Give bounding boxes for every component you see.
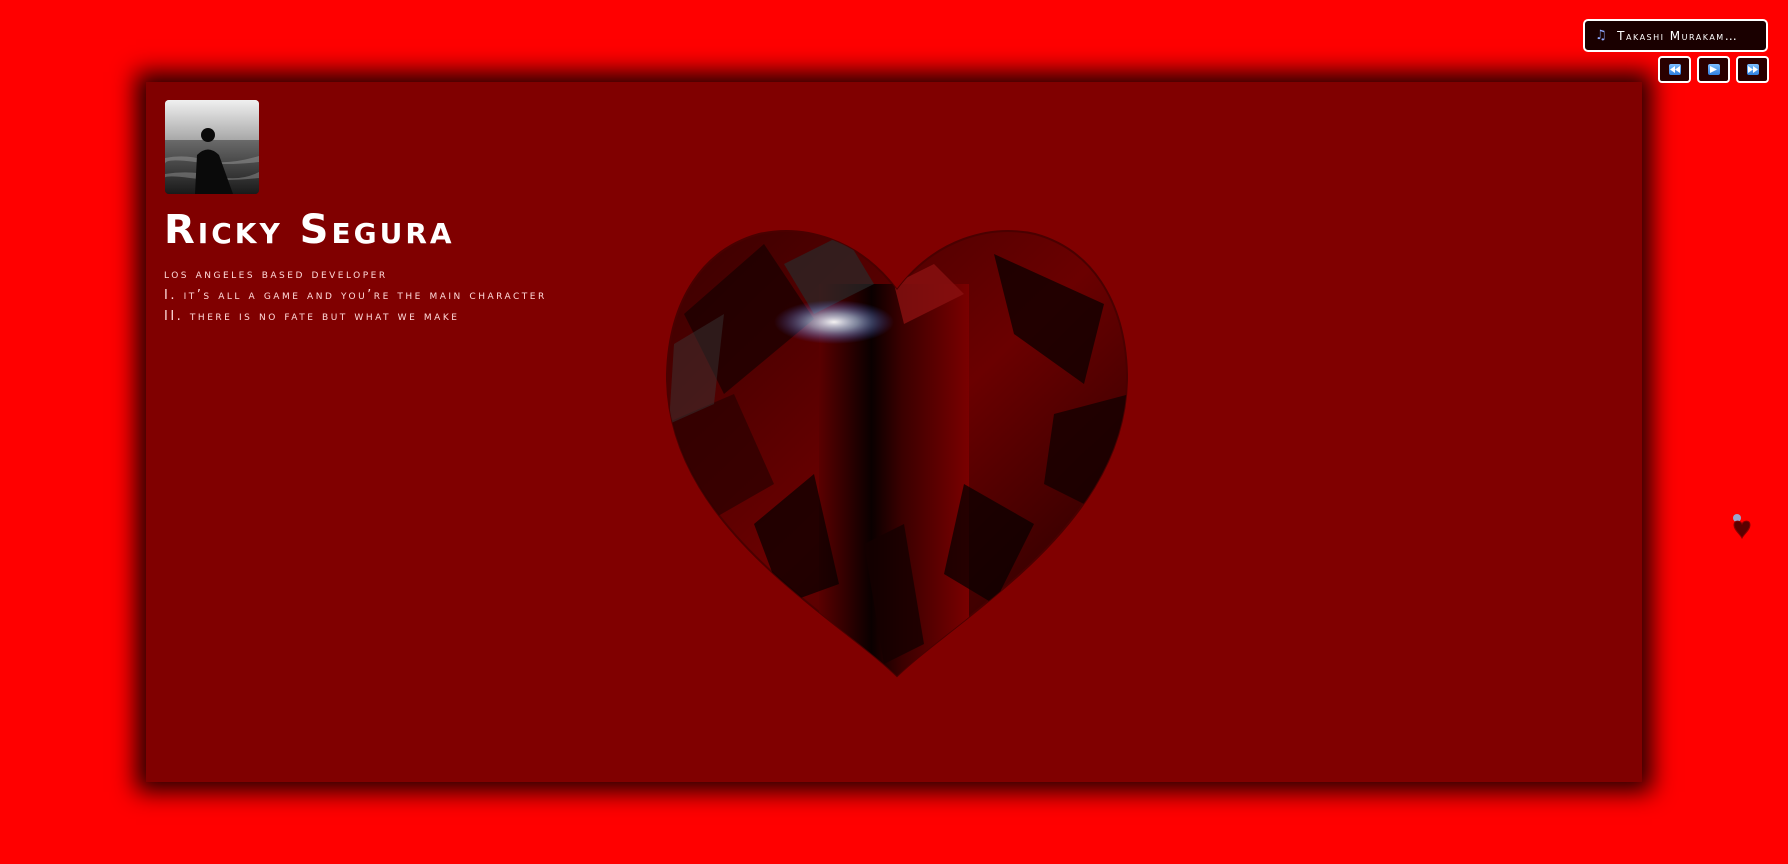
- now-playing-button[interactable]: ♫ Takashi Murakam…: [1583, 19, 1768, 52]
- music-note-icon: ♫: [1595, 28, 1609, 43]
- avatar: [165, 100, 259, 194]
- profile-bio: los angeles based developer I. it’s all …: [164, 264, 547, 327]
- play-icon: [1707, 64, 1720, 75]
- profile-name: Ricky Segura: [164, 207, 455, 253]
- cursor-heart-icon: [1730, 512, 1754, 540]
- bio-line: los angeles based developer: [164, 267, 388, 282]
- play-button[interactable]: [1697, 56, 1730, 83]
- heart-gem-icon: [664, 224, 1130, 678]
- next-track-icon: [1746, 64, 1759, 75]
- previous-track-button[interactable]: [1658, 56, 1691, 83]
- player-controls: [1658, 56, 1769, 83]
- previous-track-icon: [1668, 64, 1681, 75]
- bio-line: II. there is no fate but what we make: [164, 309, 460, 324]
- next-track-button[interactable]: [1736, 56, 1769, 83]
- track-title: Takashi Murakam…: [1617, 28, 1739, 43]
- bio-line: I. it’s all a game and you’re the main c…: [164, 288, 547, 303]
